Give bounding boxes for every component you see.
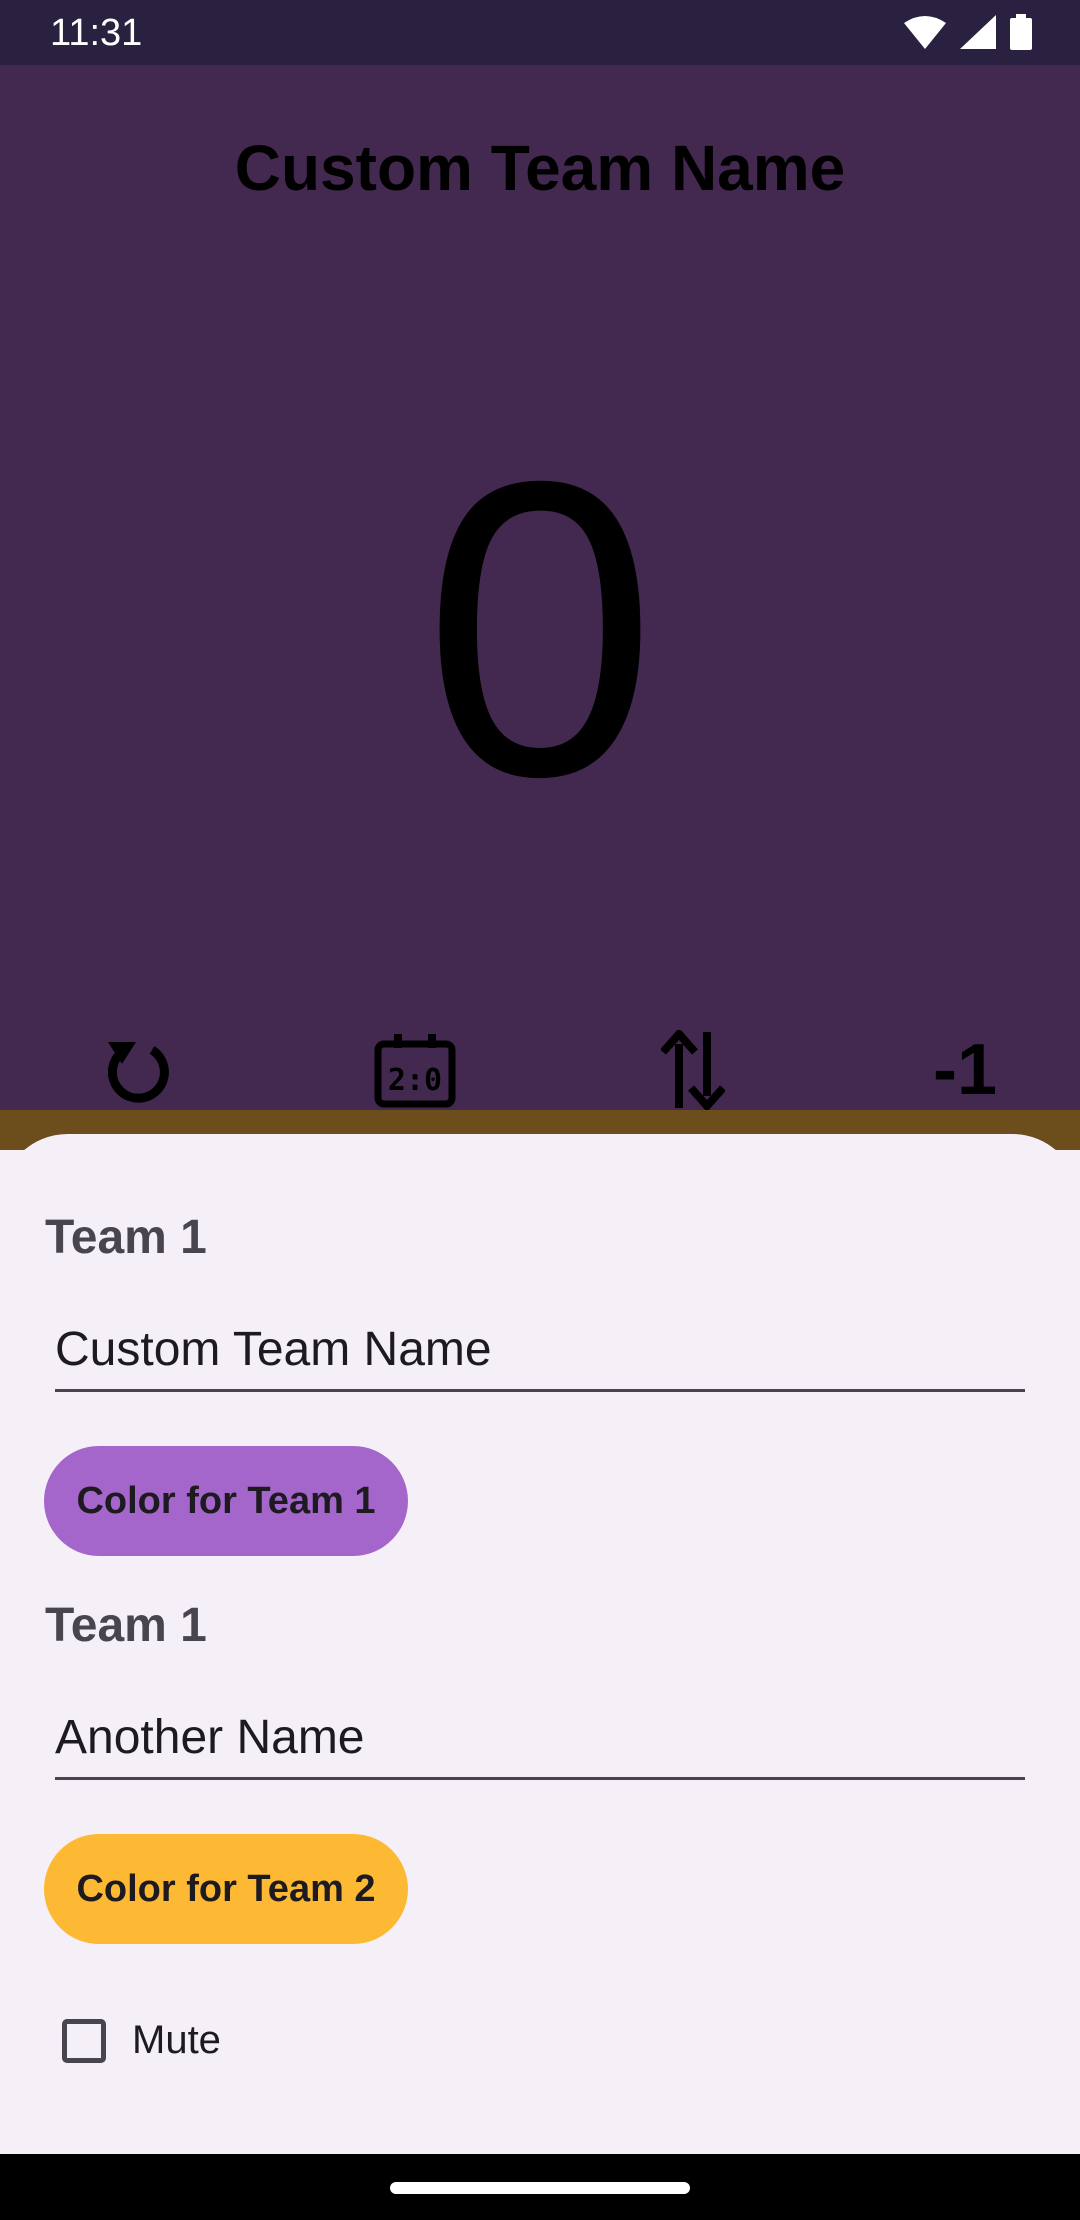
reset-button[interactable]: [83, 1015, 193, 1125]
team1-label: Team 1: [45, 1211, 207, 1264]
navigation-bar: [0, 2154, 1080, 2220]
team2-label: Team 1: [45, 1599, 207, 1652]
mute-row[interactable]: Mute: [62, 2018, 221, 2063]
team1-color-button[interactable]: Color for Team 1: [44, 1446, 408, 1556]
mute-checkbox[interactable]: [62, 2018, 106, 2063]
reset-icon: [107, 1042, 169, 1103]
svg-text:2:0: 2:0: [388, 1063, 442, 1098]
status-time: 11:31: [50, 12, 143, 54]
status-bar: 11:31: [0, 0, 1080, 65]
team2-color-button[interactable]: Color for Team 2: [44, 1834, 408, 1944]
team-name-title: Custom Team Name: [234, 132, 846, 204]
settings-bottom-sheet: Team 1 Color for Team 1 Team 1 Color for…: [0, 1134, 1080, 2154]
team1-name-field[interactable]: [55, 1309, 1025, 1392]
scoreboard[interactable]: Custom Team Name 0 2:0 -1: [0, 65, 1080, 1110]
mute-label: Mute: [132, 2018, 221, 2062]
scoreboard-icon: 2:0: [374, 1034, 456, 1108]
swap-button[interactable]: [638, 1015, 748, 1125]
minus-one-button[interactable]: -1: [900, 1015, 1030, 1125]
score-display[interactable]: 0: [0, 420, 1080, 840]
swap-icon: [661, 1030, 725, 1110]
status-icons: [904, 14, 1032, 50]
battery-icon: [1010, 14, 1032, 50]
wifi-icon: [904, 16, 946, 49]
team2-name-field[interactable]: [55, 1697, 1025, 1780]
cellular-signal-icon: [960, 15, 996, 49]
scoreboard-button[interactable]: 2:0: [360, 1015, 470, 1125]
minus-one-label: -1: [932, 1030, 998, 1110]
home-handle[interactable]: [390, 2182, 690, 2194]
